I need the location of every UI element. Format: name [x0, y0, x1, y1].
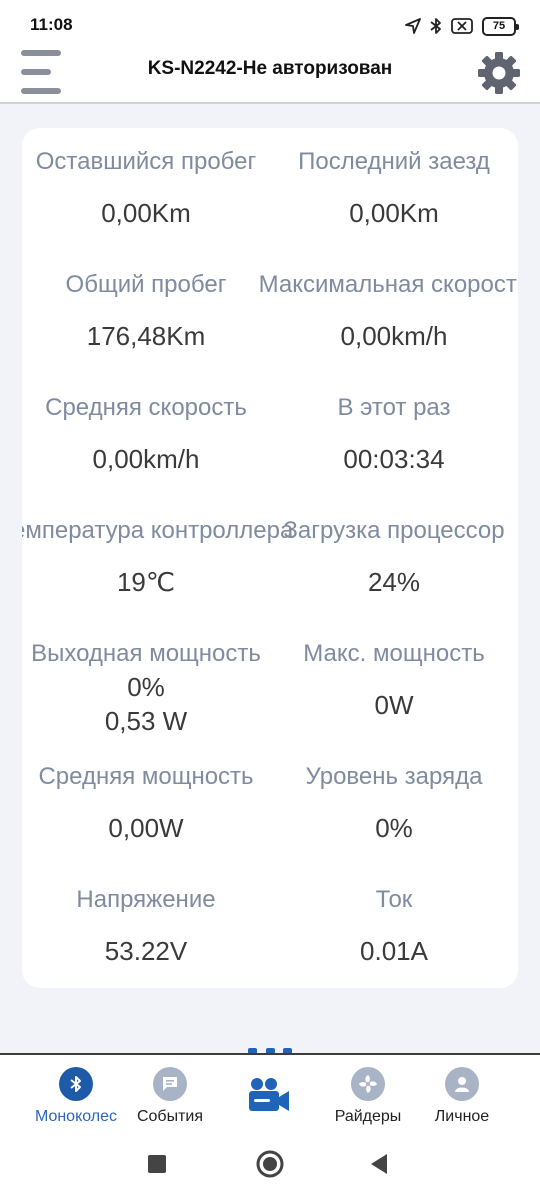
- home-button[interactable]: [256, 1150, 284, 1183]
- status-time: 11:08: [30, 15, 73, 34]
- stat-value-watts: 0,53 W: [104, 706, 188, 736]
- nav-label: События: [136, 1108, 204, 1125]
- stat-value: 0,00km/h: [92, 444, 200, 474]
- status-bar: 11:08 75: [0, 0, 540, 50]
- stat-label: Уровень заряда: [305, 763, 483, 790]
- stat-label: Оставшийся пробег: [35, 148, 257, 175]
- nav-item-personal[interactable]: Личное: [408, 1067, 516, 1126]
- chat-icon: [153, 1067, 187, 1101]
- bottom-nav: Моноколес События Райдеры Личное: [0, 1053, 540, 1128]
- recents-button[interactable]: [148, 1155, 166, 1178]
- stat-label: Выходная мощность: [31, 640, 261, 667]
- battery-level: 75: [492, 20, 506, 32]
- stat-value: 0,00W: [108, 813, 184, 843]
- stat-label: Максимальная скорость: [258, 271, 518, 298]
- stat-value: 0W: [374, 690, 414, 720]
- stat-value: 0,00Km: [349, 198, 439, 228]
- bluetooth-icon: [59, 1067, 93, 1101]
- nav-item-unicycles[interactable]: Моноколес: [22, 1067, 130, 1126]
- nav-item-events[interactable]: События: [116, 1067, 224, 1126]
- stat-label: Ток: [375, 886, 413, 913]
- square-icon: [148, 1155, 166, 1177]
- status-icons: 75: [405, 14, 519, 38]
- bluetooth-status-icon: [430, 17, 442, 35]
- stat-label: Напряжение: [76, 886, 216, 913]
- battery-icon: 75: [482, 16, 519, 36]
- stat-value: 0.01A: [360, 936, 428, 966]
- back-triangle-icon: [370, 1154, 388, 1179]
- camera-icon: [245, 1078, 295, 1119]
- stat-value-percent: 0%: [127, 672, 165, 702]
- stat-label: Средняя мощность: [38, 763, 254, 790]
- stat-value: 19℃: [116, 567, 176, 597]
- stat-label: Общий пробег: [65, 271, 227, 298]
- stat-label: Макс. мощность: [303, 640, 485, 667]
- page-title: KS-N2242-Не авторизован: [147, 58, 393, 79]
- stat-label: Средняя скорость: [45, 394, 247, 421]
- app-header: KS-N2242-Не авторизован: [0, 50, 540, 104]
- person-icon: [445, 1067, 479, 1101]
- stat-value: 0,00km/h: [340, 321, 448, 351]
- home-circle-icon: [256, 1150, 284, 1182]
- system-nav: [0, 1128, 540, 1200]
- nav-item-riders[interactable]: Райдеры: [314, 1067, 422, 1126]
- stat-label: В этот раз: [337, 394, 451, 421]
- nav-label: Райдеры: [334, 1108, 402, 1125]
- gear-icon: [476, 52, 522, 100]
- stat-value: 00:03:34: [343, 444, 445, 474]
- stat-value: 0,00Km: [101, 198, 191, 228]
- fan-icon: [351, 1067, 385, 1101]
- location-arrow-icon: [405, 18, 421, 34]
- stat-label: Последний заезд: [298, 148, 490, 175]
- sim-off-icon: [451, 18, 473, 34]
- stat-value: 24%: [367, 567, 421, 597]
- nav-label: Моноколес: [34, 1108, 118, 1125]
- stat-value: 0%: [375, 813, 413, 843]
- stat-value: 176,48Km: [86, 321, 206, 351]
- nav-label: Личное: [434, 1108, 490, 1125]
- stat-value: 53.22V: [104, 936, 188, 966]
- back-button[interactable]: [370, 1153, 388, 1180]
- stat-label: Температура контроллера: [22, 517, 294, 544]
- stats-card: Оставшийся пробег 0,00Km Последний заезд…: [22, 128, 518, 988]
- settings-button[interactable]: [476, 50, 522, 96]
- stat-label: Загрузка процессор: [283, 517, 505, 544]
- nav-item-camera[interactable]: [245, 1075, 295, 1115]
